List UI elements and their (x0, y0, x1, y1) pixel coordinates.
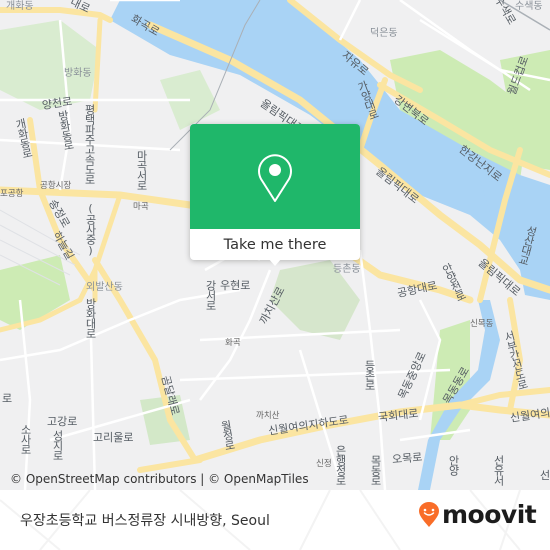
map-label: 수색동 (515, 1, 543, 12)
map-attribution[interactable]: © OpenStreetMap contributors | © OpenMap… (10, 472, 309, 486)
map-label: 신정 (316, 459, 332, 469)
map-label: 선 (540, 469, 550, 482)
moovit-wordmark: moovit (442, 500, 537, 529)
map-label: 고리울로 (93, 431, 134, 444)
stop-title: 우장초등학교 버스정류장 시내방향, Seoul (20, 513, 270, 529)
moovit-logo[interactable]: moovit (418, 500, 537, 529)
map-label: 우현로 (220, 279, 251, 292)
take-me-there-button[interactable]: Take me there (190, 229, 360, 260)
map-label: 고강로 (47, 415, 78, 428)
map-label: 로 (2, 392, 13, 405)
map-label: 등촌동 (333, 264, 361, 275)
moovit-pin-icon (419, 501, 439, 527)
map-label: 까치산 (256, 411, 280, 421)
map-label: 방화동 (64, 68, 92, 79)
map-label: 등촌로 (363, 360, 376, 390)
map-label: 안양 (447, 455, 460, 475)
footer-bar: 우장초등학교 버스정류장 시내방향, Seoul moovit (0, 490, 550, 550)
road-vertical-left (92, 17, 103, 113)
map-label: 공항시장 (40, 181, 72, 191)
map-label: 선유서 (492, 455, 505, 485)
map-label: (공사중) (84, 202, 97, 256)
map-label: 목동로 (369, 455, 382, 485)
map-label: 외발산동 (86, 282, 123, 293)
map-label: 화곡 (225, 338, 241, 348)
map-label: 오목로 (391, 450, 423, 467)
map-label: 포공항 (0, 189, 24, 199)
map-label: 덕은동 (370, 28, 398, 39)
map-label: 강서로 (204, 280, 217, 310)
popup-tail (268, 258, 282, 266)
map-label: 소사로 (19, 424, 32, 454)
map-label: 개화동 (6, 1, 34, 12)
road-bottom (137, 457, 203, 473)
map-label: 은행정로 (334, 445, 347, 485)
map-label: 마곡서로 (135, 150, 148, 190)
road-gukhoe-daero (191, 401, 550, 464)
map-label: 방화대로 (84, 298, 97, 338)
map-label: 마곡 (133, 202, 149, 212)
location-popup: Take me there (190, 124, 360, 266)
map-label: 성지로 (51, 430, 64, 460)
road-minor (338, 0, 362, 41)
map-label: 평택파주고속도로 (83, 104, 96, 184)
map-pin-icon (258, 153, 292, 202)
map-label: 신목동 (470, 319, 494, 329)
map-view[interactable]: 개화동 대로 방화동 양천로 개화동로 방화동로 평택파주고속도로 (공사중) … (0, 0, 550, 490)
park-area (0, 20, 100, 110)
popup-header[interactable] (190, 124, 360, 229)
